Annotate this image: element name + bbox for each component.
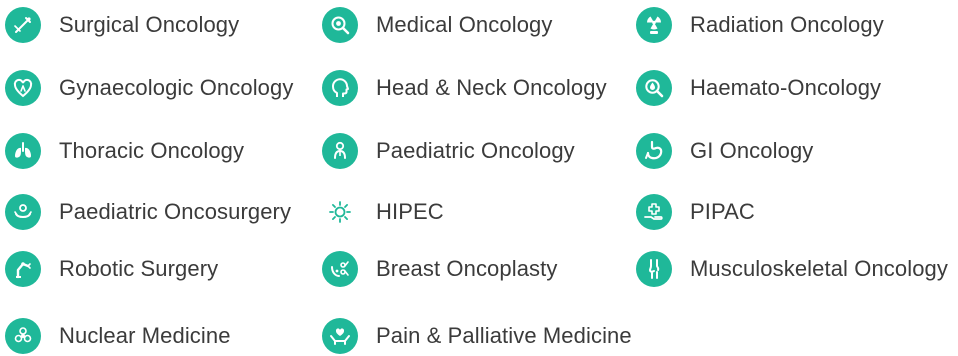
- specialty-gi-oncology[interactable]: GI Oncology: [636, 131, 813, 171]
- specialty-pain-palliative-medicine[interactable]: Pain & Palliative Medicine: [322, 316, 632, 356]
- care-hands-icon: [322, 318, 358, 354]
- specialty-nuclear-medicine[interactable]: Nuclear Medicine: [5, 316, 231, 356]
- specialty-hipec[interactable]: HIPEC: [322, 192, 444, 232]
- specialty-radiation-oncology[interactable]: Radiation Oncology: [636, 5, 884, 45]
- breast-scissors-icon: [322, 251, 358, 287]
- specialty-label: Paediatric Oncology: [376, 138, 575, 163]
- specialty-breast-oncoplasty[interactable]: Breast Oncoplasty: [322, 249, 557, 289]
- specialty-label: Musculoskeletal Oncology: [690, 256, 948, 281]
- specialties-grid: Surgical Oncology Gynaecologic Oncology …: [0, 0, 958, 354]
- specialty-surgical-oncology[interactable]: Surgical Oncology: [5, 5, 239, 45]
- specialty-label: Robotic Surgery: [59, 256, 219, 281]
- specialty-label: Thoracic Oncology: [59, 138, 245, 163]
- magnifier-cell-icon: [322, 7, 358, 43]
- specialty-robotic-surgery[interactable]: Robotic Surgery: [5, 249, 218, 289]
- lungs-icon: [5, 133, 41, 169]
- radiation-icon: [636, 7, 672, 43]
- medical-cross-hand-icon: [636, 194, 672, 230]
- specialty-label: Paediatric Oncosurgery: [59, 199, 292, 224]
- specialty-label: Nuclear Medicine: [59, 323, 231, 348]
- specialty-paediatric-oncosurgery[interactable]: Paediatric Oncosurgery: [5, 192, 291, 232]
- heart-ribbon-icon: [5, 70, 41, 106]
- radiation-flower-icon: [5, 318, 41, 354]
- specialty-label: GI Oncology: [690, 138, 814, 163]
- specialty-label: Head & Neck Oncology: [376, 75, 607, 100]
- specialty-thoracic-oncology[interactable]: Thoracic Oncology: [5, 131, 244, 171]
- stomach-icon: [636, 133, 672, 169]
- sun-icon: [322, 194, 358, 230]
- specialty-pipac[interactable]: PIPAC: [636, 192, 755, 232]
- specialty-haemato-oncology[interactable]: Haemato-Oncology: [636, 68, 881, 108]
- scalpel-icon: [5, 7, 41, 43]
- specialty-paediatric-oncology[interactable]: Paediatric Oncology: [322, 131, 575, 171]
- specialty-label: Surgical Oncology: [59, 12, 240, 37]
- blood-drop-magnifier-icon: [636, 70, 672, 106]
- specialty-musculoskeletal-oncology[interactable]: Musculoskeletal Oncology: [636, 249, 948, 289]
- specialty-head-neck-oncology[interactable]: Head & Neck Oncology: [322, 68, 607, 108]
- specialty-label: Breast Oncoplasty: [376, 256, 558, 281]
- child-icon: [322, 133, 358, 169]
- specialty-gynaecologic-oncology[interactable]: Gynaecologic Oncology: [5, 68, 293, 108]
- specialty-label: Haemato-Oncology: [690, 75, 882, 100]
- head-profile-icon: [322, 70, 358, 106]
- specialty-label: Pain & Palliative Medicine: [376, 323, 632, 348]
- specialty-medical-oncology[interactable]: Medical Oncology: [322, 5, 552, 45]
- specialty-label: PIPAC: [690, 199, 755, 224]
- specialty-label: Medical Oncology: [376, 12, 553, 37]
- knee-joint-icon: [636, 251, 672, 287]
- specialty-label: Gynaecologic Oncology: [59, 75, 294, 100]
- robotic-arm-icon: [5, 251, 41, 287]
- specialty-label: HIPEC: [376, 199, 444, 224]
- specialty-label: Radiation Oncology: [690, 12, 884, 37]
- baby-hands-icon: [5, 194, 41, 230]
